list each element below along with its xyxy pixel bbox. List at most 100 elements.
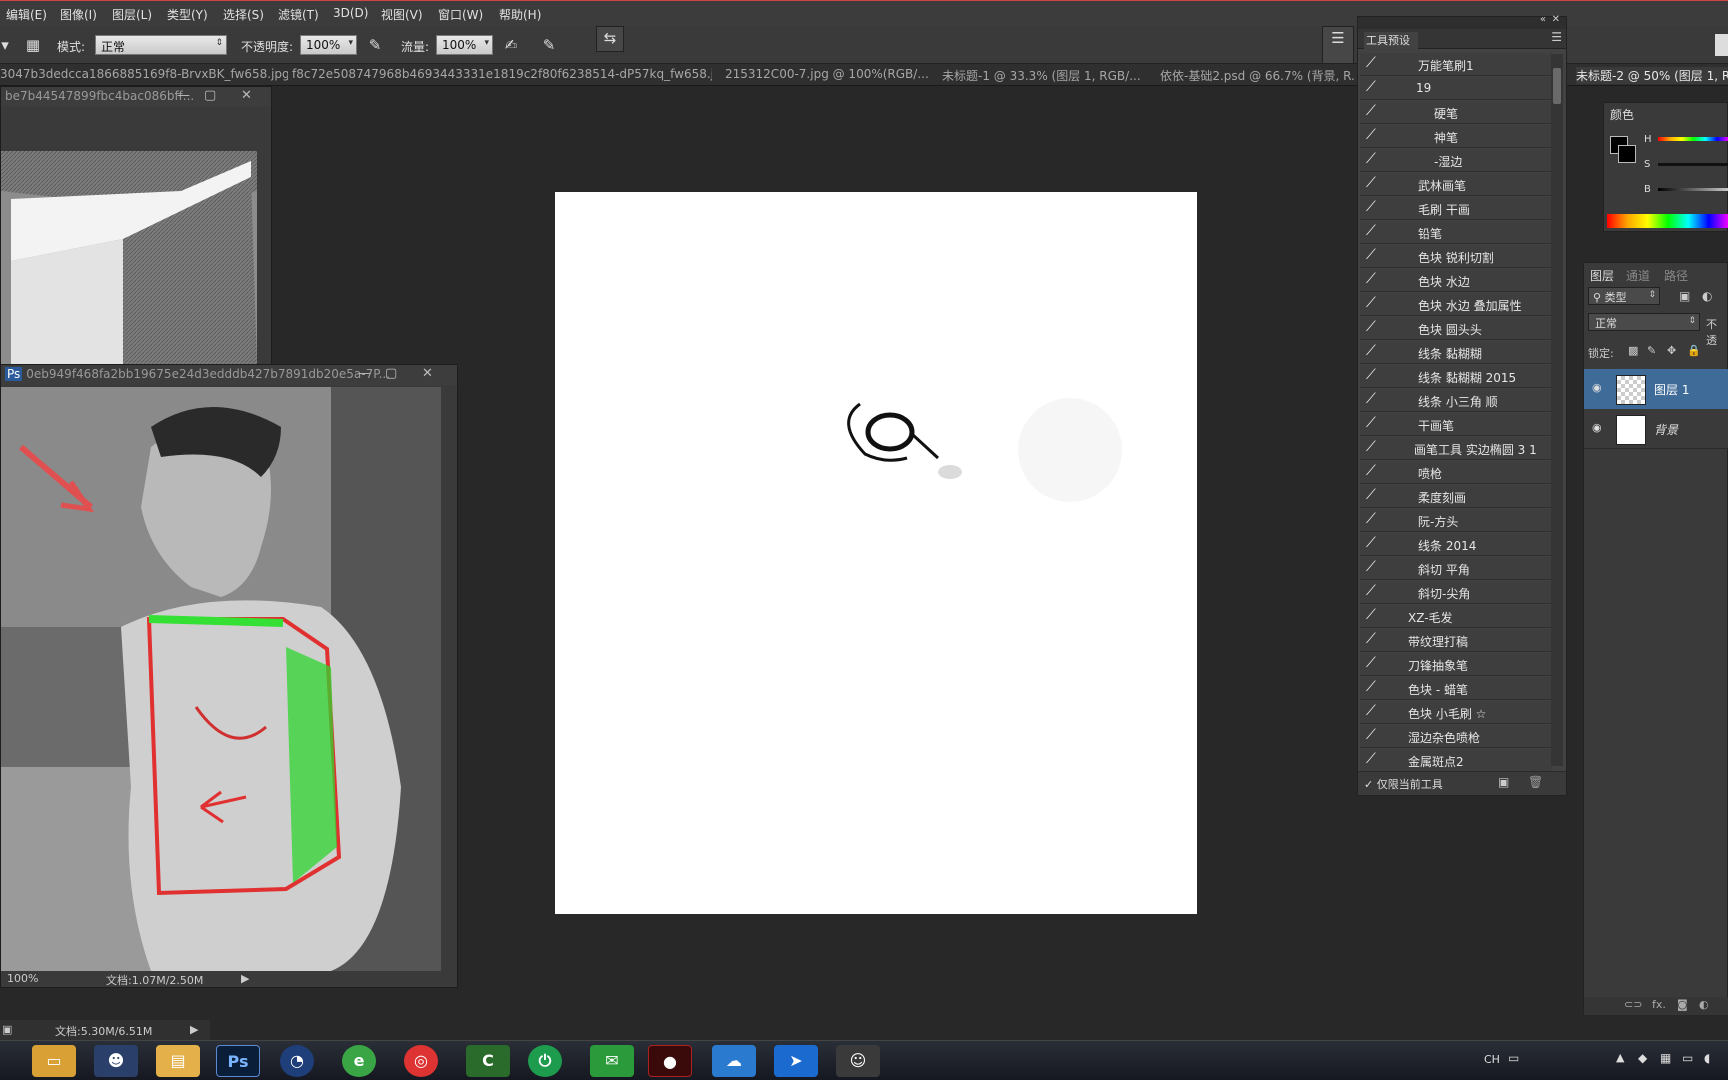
tab-doc-2[interactable]: f8c72e508747968b4693443331e1819c2f80f623… xyxy=(292,67,712,81)
preset-item[interactable]: ⟋ 硬笔 xyxy=(1360,101,1552,124)
tray-expand-icon[interactable]: ▲ xyxy=(1616,1051,1624,1064)
panel-tab-layers[interactable]: 图层 xyxy=(1590,267,1614,284)
layer-row-background[interactable]: ◉ 背景 xyxy=(1584,409,1728,449)
maximize-icon[interactable]: ▢ xyxy=(204,88,216,103)
preset-item[interactable]: ⟋ 色块 锐利切割 xyxy=(1360,245,1552,268)
tray-network-icon[interactable]: ▦ xyxy=(1660,1051,1671,1065)
zoom-level[interactable]: 100% xyxy=(7,972,38,985)
preset-item[interactable]: ⟋ 线条 黏糊糊 2015 xyxy=(1360,365,1552,388)
ie-icon[interactable]: e xyxy=(342,1045,376,1077)
scrollbar-thumb[interactable] xyxy=(1553,68,1561,104)
tab-doc-1[interactable]: 3047b3dedcca1866885169f8-BrvxBK_fw658.jp… xyxy=(0,67,288,81)
trash-icon[interactable]: 🗑 xyxy=(1528,775,1543,789)
tray-app-icon[interactable]: ◆ xyxy=(1638,1051,1647,1065)
preset-item[interactable]: ⟋ 19 xyxy=(1360,77,1552,100)
layer-filter-dropdown[interactable]: ⚲ 类型 ⇕ xyxy=(1588,287,1660,305)
file-explorer-icon[interactable]: ▭ xyxy=(32,1045,76,1077)
panel-tab-channels[interactable]: 通道 xyxy=(1626,267,1650,284)
netease-music-icon[interactable]: ◎ xyxy=(404,1045,438,1077)
preset-scrollbar[interactable] xyxy=(1551,54,1563,766)
menu-layer[interactable]: 图层(L) xyxy=(112,6,152,23)
background-color-swatch[interactable] xyxy=(1618,145,1636,163)
status-arrow-icon[interactable]: ▶ xyxy=(190,1023,198,1036)
eye-icon[interactable]: ◉ xyxy=(1592,381,1602,394)
link-layers-icon[interactable]: ⊂⊃ xyxy=(1624,998,1642,1011)
preset-item[interactable]: ⟋ 喷枪 xyxy=(1360,461,1552,484)
minimize-icon[interactable]: — xyxy=(358,366,371,381)
preset-item[interactable]: ⟋ 干画笔 xyxy=(1360,413,1552,436)
add-mask-icon[interactable]: ◙ xyxy=(1677,998,1688,1011)
tab-doc-3[interactable]: 215312C00-7.jpg @ 100%(RGB/...× xyxy=(725,67,930,81)
camtasia-icon[interactable]: C xyxy=(466,1045,510,1077)
preset-item[interactable]: ⟋ 铅笔 xyxy=(1360,221,1552,244)
status-arrow-icon[interactable]: ▶ xyxy=(241,972,249,985)
preset-item[interactable]: ⟋ 线条 黏糊糊 xyxy=(1360,341,1552,364)
preset-item[interactable]: ⟋ 阮-方头 xyxy=(1360,509,1552,532)
tab-doc-5[interactable]: 依依-基础2.psd @ 66.7% (背景, R... xyxy=(1160,67,1356,84)
opacity-input[interactable]: 100% ▾ xyxy=(300,35,357,55)
iqiyi-icon[interactable]: ⏻ xyxy=(528,1045,562,1077)
photoshop-icon[interactable]: Ps xyxy=(216,1045,260,1077)
brightness-slider[interactable] xyxy=(1658,188,1728,191)
qq-icon[interactable]: ☻ xyxy=(94,1045,138,1077)
close-icon[interactable]: ✕ xyxy=(422,366,433,381)
preset-item[interactable]: ⟋ 带纹理打稿 xyxy=(1360,629,1552,652)
preset-item[interactable]: ⟋ 色块 圆头头 xyxy=(1360,317,1552,340)
preset-item[interactable]: ⟋ 画笔工具 实边椭圆 3 1 xyxy=(1360,437,1552,460)
panel-grip[interactable]: ✕ « xyxy=(1358,14,1566,29)
preset-item[interactable]: ⟋ 斜切-尖角 xyxy=(1360,581,1552,604)
keyboard-icon[interactable]: ▭ xyxy=(1508,1051,1519,1065)
document-title[interactable]: be7b44547899fbc4bac086bff... xyxy=(1,87,271,107)
menu-view[interactable]: 视图(V) xyxy=(381,6,423,23)
media-icon[interactable]: ● xyxy=(648,1045,692,1077)
feiq-icon[interactable]: ➤ xyxy=(774,1045,818,1077)
wechat-icon[interactable]: ✉ xyxy=(590,1045,634,1077)
filter-image-icon[interactable]: ▣ xyxy=(1679,289,1690,303)
menu-type[interactable]: 类型(Y) xyxy=(167,6,208,23)
preset-item[interactable]: ⟋ 武林画笔 xyxy=(1360,173,1552,196)
panel-menu-icon[interactable]: ☰ xyxy=(1551,30,1562,44)
close-icon[interactable]: ✕ xyxy=(1552,14,1560,25)
input-method-indicator[interactable]: CH xyxy=(1484,1053,1500,1066)
panel-collapse-icon[interactable]: ⇆ xyxy=(596,26,624,52)
preset-item[interactable]: ⟋ 线条 2014 xyxy=(1360,533,1552,556)
preset-item[interactable]: ⟋ XZ-毛发 xyxy=(1360,605,1552,628)
menu-3d[interactable]: 3D(D) xyxy=(333,6,368,20)
preset-item[interactable]: ⟋ 色块 水边 xyxy=(1360,269,1552,292)
main-canvas[interactable] xyxy=(555,192,1197,914)
tab-doc-4[interactable]: 未标题-1 @ 33.3% (图层 1, RGB/...× xyxy=(942,67,1144,84)
panel-tab-paths[interactable]: 路径 xyxy=(1664,267,1688,284)
color-spectrum-bar[interactable] xyxy=(1607,214,1728,228)
preset-item[interactable]: ⟋ 刀锋抽象笔 xyxy=(1360,653,1552,676)
airbrush-icon[interactable]: ✍ xyxy=(500,34,522,56)
preset-item[interactable]: ⟋ 金属斑点2 xyxy=(1360,749,1552,772)
menu-select[interactable]: 选择(S) xyxy=(223,6,264,23)
eye-icon[interactable]: ◉ xyxy=(1592,421,1602,434)
hue-slider[interactable] xyxy=(1658,137,1728,141)
preset-item[interactable]: ⟋ 湿边杂色喷枪 xyxy=(1360,725,1552,748)
mode-dropdown[interactable]: 正常 ⇕ xyxy=(95,35,227,55)
brush-panel-icon[interactable]: ▦ xyxy=(22,34,44,56)
qq-penguin-icon[interactable]: ☺ xyxy=(836,1045,880,1077)
preset-item[interactable]: ⟋ 毛刷 干画 xyxy=(1360,197,1552,220)
new-preset-icon[interactable]: ▣ xyxy=(1498,775,1509,789)
preset-item[interactable]: ⟋ -湿边 xyxy=(1360,149,1552,172)
tool-presets-toggle-icon[interactable]: ☰ xyxy=(1322,26,1354,64)
panel-tab-tool-presets[interactable]: 工具预设 xyxy=(1364,32,1418,50)
lock-all-icon[interactable]: 🔒 xyxy=(1687,344,1701,357)
opacity-pressure-icon[interactable]: ✎ xyxy=(364,34,386,56)
tool-preset-picker[interactable]: ▾ xyxy=(0,34,10,56)
menu-filter[interactable]: 滤镜(T) xyxy=(278,6,319,23)
saturation-slider[interactable] xyxy=(1658,163,1728,166)
preset-item[interactable]: ⟋ 色块 水边 叠加属性 xyxy=(1360,293,1552,316)
preset-item[interactable]: ⟋ 柔度刻画 xyxy=(1360,485,1552,508)
menu-help[interactable]: 帮助(H) xyxy=(499,6,541,23)
menu-window[interactable]: 窗口(W) xyxy=(438,6,483,23)
cloud-icon[interactable]: ☁ xyxy=(712,1045,756,1077)
preset-item[interactable]: ⟋ 色块 - 蜡笔 xyxy=(1360,677,1552,700)
layer-row-layer1[interactable]: ◉ 图层 1 xyxy=(1584,369,1728,409)
size-pressure-icon[interactable]: ✎ xyxy=(538,34,560,56)
preset-item[interactable]: ⟋ 神笔 xyxy=(1360,125,1552,148)
notepad-icon[interactable]: ▤ xyxy=(156,1045,200,1077)
lock-brush-icon[interactable]: ✎ xyxy=(1647,344,1656,357)
